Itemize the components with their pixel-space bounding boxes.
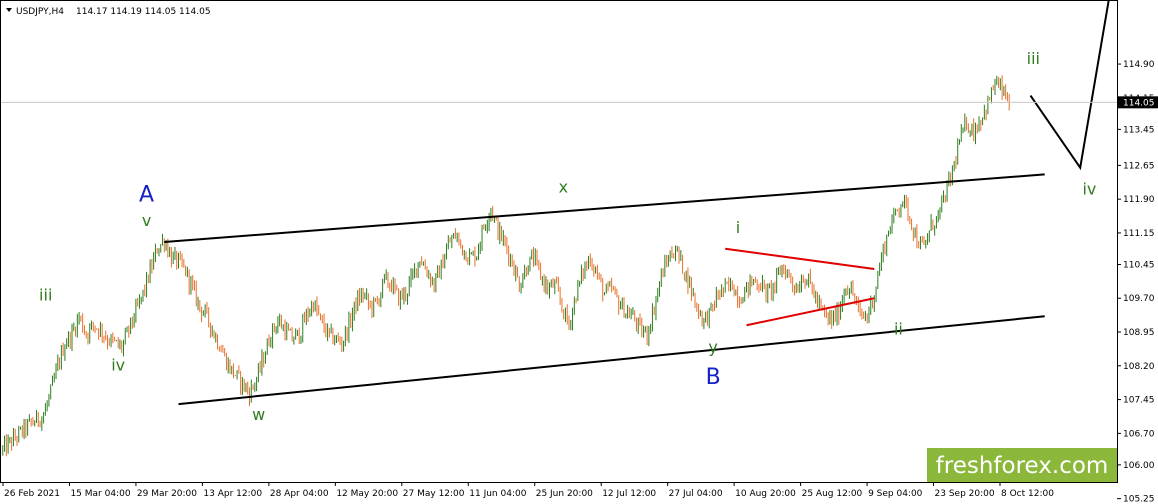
x-tick-label: 12 May 20:00: [336, 489, 398, 499]
wave-label: i: [736, 218, 740, 237]
y-tick-label: 105.25: [1123, 495, 1155, 504]
x-tick-label: 29 Mar 20:00: [137, 489, 197, 499]
x-tick-label: 25 Aug 12:00: [802, 489, 863, 499]
y-tick-label: 111.90: [1123, 195, 1155, 205]
symbol-label: USDJPY,H4: [16, 7, 64, 17]
current-price-label: 114.05: [1123, 98, 1155, 108]
wave-label: w: [252, 405, 265, 424]
wave-label: iv: [1082, 180, 1096, 199]
x-tick-label: 26 Feb 2021: [4, 489, 60, 499]
x-tick-label: 25 Jun 20:00: [536, 489, 593, 499]
y-tick-label: 106.00: [1123, 461, 1155, 471]
time-axis: 26 Feb 2021 15 Mar 04:00 29 Mar 20:00 13 Ap…: [2, 482, 1054, 499]
wave-label: iv: [111, 355, 125, 374]
y-tick-label: 108.95: [1123, 328, 1155, 338]
y-tick-label: 112.65: [1123, 161, 1155, 171]
wave-label: ii: [894, 319, 903, 338]
x-tick-label: 28 Apr 04:00: [270, 489, 329, 499]
x-tick-label: 9 Sep 04:00: [868, 489, 923, 499]
wave-label: x: [559, 177, 568, 196]
wave-label: B: [706, 365, 721, 390]
x-tick-label: 15 Mar 04:00: [70, 489, 130, 499]
x-tick-label: 23 Sep 20:00: [935, 489, 995, 499]
y-tick-label: 113.45: [1123, 125, 1155, 135]
x-tick-label: 10 Aug 20:00: [735, 489, 796, 499]
y-tick-label: 107.45: [1123, 396, 1155, 406]
ohlc-label: 114.17 114.19 114.05 114.05: [76, 7, 211, 17]
watermark-text: freshforex.com: [936, 453, 1109, 479]
x-tick-label: 27 May 12:00: [403, 489, 465, 499]
x-tick-label: 11 Jun 04:00: [469, 489, 526, 499]
x-tick-label: 27 Jul 04:00: [669, 489, 723, 499]
x-tick-label: 12 Jul 12:00: [602, 489, 656, 499]
chart-canvas: AviiiivwxiyBiiiiiiv 114.90114.15113.4511…: [0, 0, 1158, 504]
watermark-badge: freshforex.com: [927, 448, 1117, 482]
x-tick-label: 13 Apr 12:00: [203, 489, 262, 499]
y-tick-label: 114.90: [1123, 60, 1155, 70]
y-tick-label: 109.70: [1123, 294, 1155, 304]
y-tick-label: 106.70: [1123, 429, 1155, 439]
y-tick-label: 110.45: [1123, 260, 1155, 270]
wave-label: y: [708, 337, 717, 356]
wave-label: iii: [39, 285, 52, 304]
wave-label: iii: [1027, 49, 1040, 68]
y-tick-label: 108.20: [1123, 362, 1155, 372]
wave-label: v: [142, 211, 151, 230]
x-tick-label: 8 Oct 12:00: [1001, 489, 1054, 499]
wave-label: A: [139, 182, 154, 207]
y-tick-label: 111.15: [1123, 229, 1155, 239]
